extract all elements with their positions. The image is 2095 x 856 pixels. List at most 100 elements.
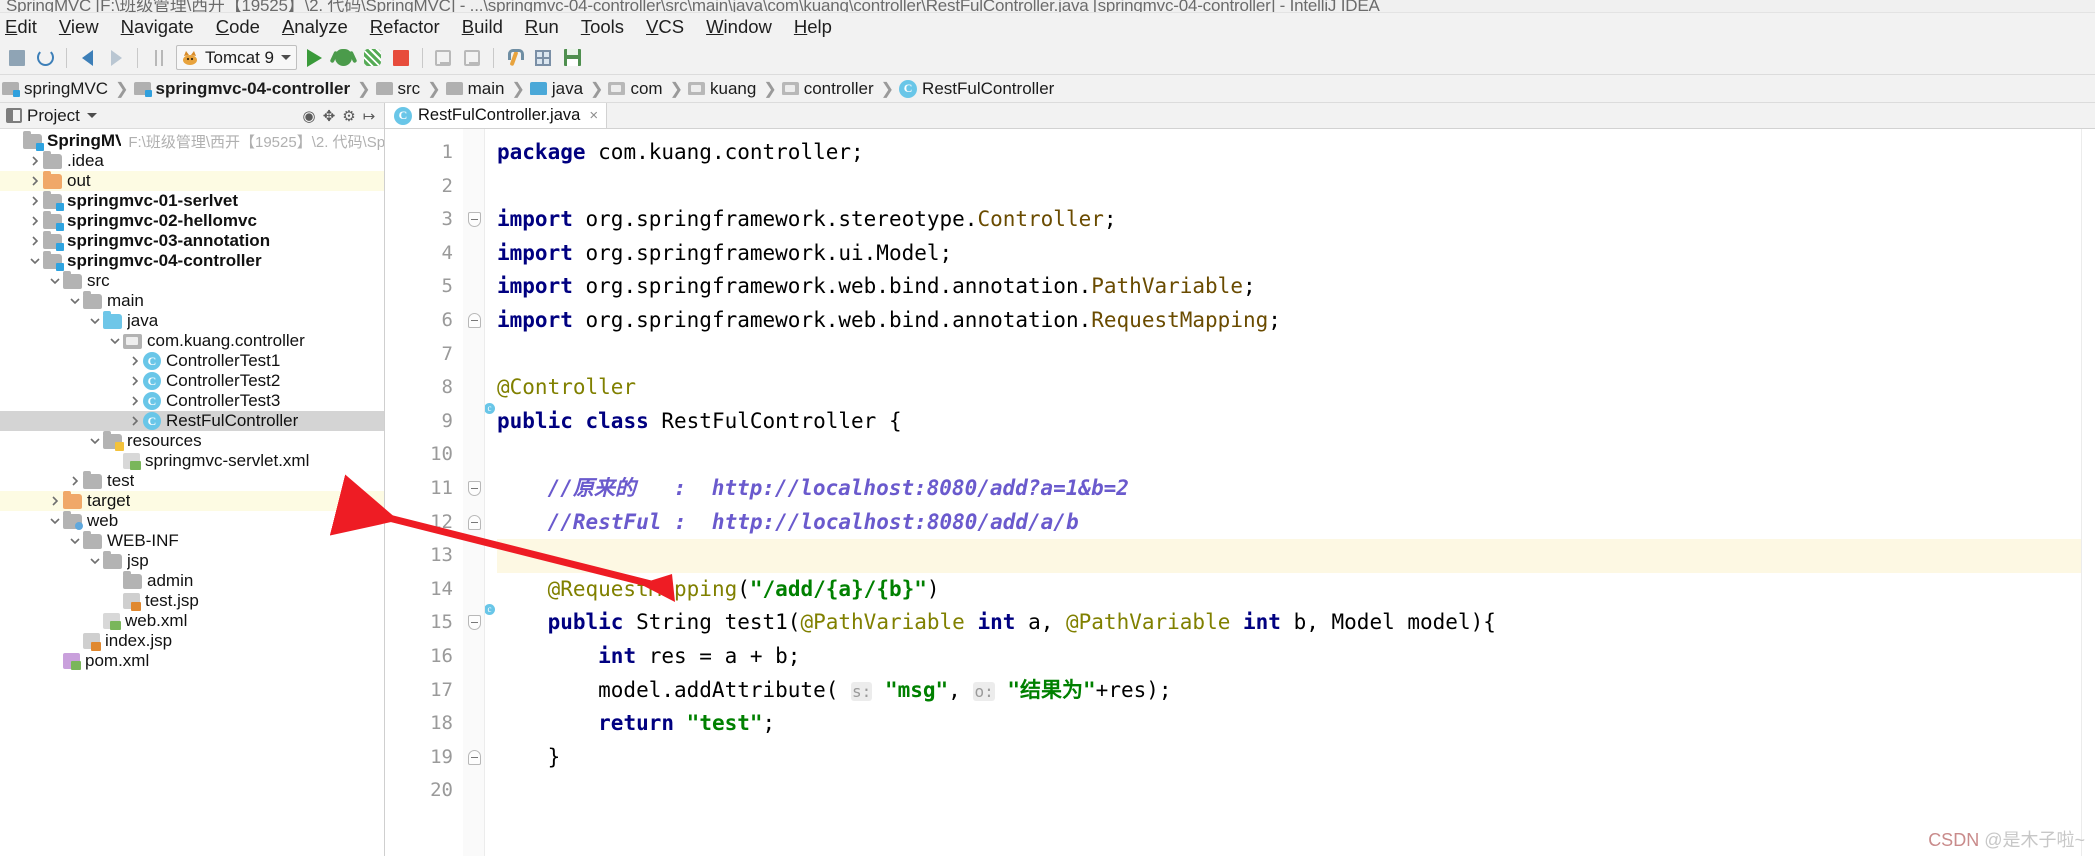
breadcrumb-item-springmvc[interactable]: springMVC (0, 75, 112, 102)
code-content[interactable]: package com.kuang.controller; import org… (485, 129, 2081, 856)
tree-twisty-right-icon[interactable] (126, 356, 143, 366)
menu-item-vcs[interactable]: VCS (635, 15, 695, 40)
code-line-13[interactable] (497, 539, 2081, 573)
tree-node-springmvc-04-controller[interactable]: springmvc-04-controller (0, 250, 384, 271)
code-viewport[interactable]: 1 2 3 4 5 6 7 8 9 10 11 12 13 14 15 16 17 18 19 20 package … (385, 129, 2095, 856)
tree-twisty-right-icon[interactable] (26, 156, 43, 166)
tree-node-springmvc-01-serlvet[interactable]: springmvc-01-serlvet (0, 190, 384, 211)
tree-node-com.kuang.controller[interactable]: com.kuang.controller (0, 331, 384, 351)
code-line-17[interactable]: model.addAttribute( s: "msg", o: "结果为"+r… (497, 674, 2081, 708)
code-line-14[interactable]: @RequestMapping("/add/{a}/{b}") (497, 573, 2081, 607)
tree-twisty-down-icon[interactable] (66, 536, 83, 546)
code-line-20[interactable] (497, 774, 2081, 808)
tree-twisty-down-icon[interactable] (66, 296, 83, 306)
code-line-8[interactable]: @Controller (497, 371, 2081, 405)
code-line-4[interactable]: import org.springframework.ui.Model; (497, 237, 2081, 271)
menu-item-refactor[interactable]: Refactor (359, 15, 451, 40)
debug-icon[interactable] (329, 45, 358, 71)
tree-node-java[interactable]: java (0, 310, 384, 331)
code-line-10[interactable] (497, 438, 2081, 472)
menu-item-help[interactable]: Help (783, 15, 843, 40)
coverage-icon[interactable] (358, 45, 387, 71)
tree-node-springmvc-03-annotation[interactable]: springmvc-03-annotation (0, 230, 384, 251)
tree-node-restfulcontroller[interactable]: C RestFulController (0, 411, 384, 431)
tree-twisty-right-icon[interactable] (46, 496, 63, 506)
save-all-icon[interactable] (2, 45, 31, 71)
code-line-9[interactable]: public class RestFulController { (497, 405, 2081, 439)
code-line-2[interactable] (497, 170, 2081, 204)
tree-node-controllertest1[interactable]: C ControllerTest1 (0, 351, 384, 371)
tree-twisty-down-icon[interactable] (46, 516, 63, 526)
code-line-5[interactable]: import org.springframework.web.bind.anno… (497, 270, 2081, 304)
save-disk-icon[interactable] (558, 45, 587, 71)
tree-node-admin[interactable]: admin (0, 570, 384, 591)
tree-twisty-right-icon[interactable] (66, 476, 83, 486)
project-tree[interactable]: SpringMVC F:\班级管理\西开【19525】\2. 代码\SpringM… (0, 129, 384, 856)
locate-icon[interactable]: ✥ (319, 106, 339, 126)
sliders-icon[interactable] (144, 45, 173, 71)
breadcrumb-item-controller[interactable]: controller (780, 75, 878, 102)
code-line-6[interactable]: import org.springframework.web.bind.anno… (497, 304, 2081, 338)
breadcrumb-item-restfulcontroller[interactable]: C RestFulController (897, 75, 1058, 102)
breadcrumb[interactable]: springMVC ❯ springmvc-04-controller ❯ src ❯ ma… (0, 75, 2095, 103)
breadcrumb-item-main[interactable]: main (444, 75, 509, 102)
sync-icon[interactable] (31, 45, 60, 71)
code-line-1[interactable]: package com.kuang.controller; (497, 136, 2081, 170)
tree-twisty-right-icon[interactable] (126, 376, 143, 386)
menu-item-tools[interactable]: Tools (570, 15, 635, 40)
menu-item-window[interactable]: Window (695, 15, 783, 40)
code-line-15[interactable]: public String test1(@PathVariable int a,… (497, 606, 2081, 640)
tree-node-web[interactable]: web (0, 510, 384, 531)
tree-node-springmvc[interactable]: SpringMVC F:\班级管理\西开【19525】\2. 代码\SpringM… (0, 130, 384, 151)
breadcrumb-item-com[interactable]: com (606, 75, 666, 102)
run-configuration-selector[interactable]: Tomcat 9 (176, 45, 297, 70)
tree-twisty-down-icon[interactable] (106, 336, 123, 346)
tree-twisty-down-icon[interactable] (86, 556, 103, 566)
back-icon[interactable] (73, 45, 102, 71)
tree-node-web.xml[interactable]: web.xml (0, 611, 384, 631)
code-folding-gutter[interactable] (463, 129, 485, 856)
menu-item-run[interactable]: Run (514, 15, 570, 40)
tree-node-src[interactable]: src (0, 270, 384, 291)
forward-icon[interactable] (102, 45, 131, 71)
grid-icon[interactable] (529, 45, 558, 71)
run-icon[interactable] (300, 45, 329, 71)
tree-twisty-right-icon[interactable] (26, 216, 43, 226)
tree-node-controllertest2[interactable]: C ControllerTest2 (0, 371, 384, 391)
menu-item-view[interactable]: View (48, 15, 110, 40)
collapse-all-icon[interactable]: ◉ (299, 106, 319, 126)
close-icon[interactable]: × (589, 107, 598, 124)
tree-twisty-down-icon[interactable] (46, 276, 63, 286)
code-line-7[interactable] (497, 338, 2081, 372)
fold-toggle-icon[interactable] (468, 615, 481, 631)
tree-node-.idea[interactable]: .idea (0, 150, 384, 171)
tree-node-out[interactable]: out (0, 170, 384, 191)
menu-item-build[interactable]: Build (451, 15, 514, 40)
tree-twisty-down-icon[interactable] (86, 436, 103, 446)
code-line-3[interactable]: import org.springframework.stereotype.Co… (497, 203, 2081, 237)
tree-node-controllertest3[interactable]: C ControllerTest3 (0, 391, 384, 411)
tree-node-target[interactable]: target (0, 490, 384, 511)
chevron-down-icon[interactable] (86, 113, 97, 118)
hide-icon[interactable]: ↦ (359, 106, 379, 126)
code-line-18[interactable]: return "test"; (497, 707, 2081, 741)
tree-twisty-right-icon[interactable] (26, 196, 43, 206)
tree-twisty-right-icon[interactable] (26, 176, 43, 186)
code-line-11[interactable]: //原来的 : http://localhost:8080/add?a=1&b=… (497, 472, 2081, 506)
tree-node-index.jsp[interactable]: index.jsp (0, 631, 384, 651)
tree-node-main[interactable]: main (0, 290, 384, 311)
tree-twisty-right-icon[interactable] (126, 416, 143, 426)
menu-item-code[interactable]: Code (205, 15, 271, 40)
tree-node-jsp[interactable]: jsp (0, 550, 384, 571)
build-wrench-icon[interactable] (500, 45, 529, 71)
tree-twisty-right-icon[interactable] (126, 396, 143, 406)
tree-node-web-inf[interactable]: WEB-INF (0, 530, 384, 551)
fold-toggle-icon[interactable] (468, 480, 481, 496)
tree-node-springmvc-servlet.xml[interactable]: springmvc-servlet.xml (0, 451, 384, 471)
tree-twisty-down-icon[interactable] (26, 256, 43, 266)
code-line-19[interactable]: } (497, 741, 2081, 775)
breadcrumb-item-springmvc-04-controller[interactable]: springmvc-04-controller (132, 75, 355, 102)
fold-toggle-icon[interactable] (468, 312, 481, 328)
chevron-down-icon[interactable] (280, 55, 291, 60)
code-line-12[interactable]: //RestFul : http://localhost:8080/add/a/… (497, 506, 2081, 540)
